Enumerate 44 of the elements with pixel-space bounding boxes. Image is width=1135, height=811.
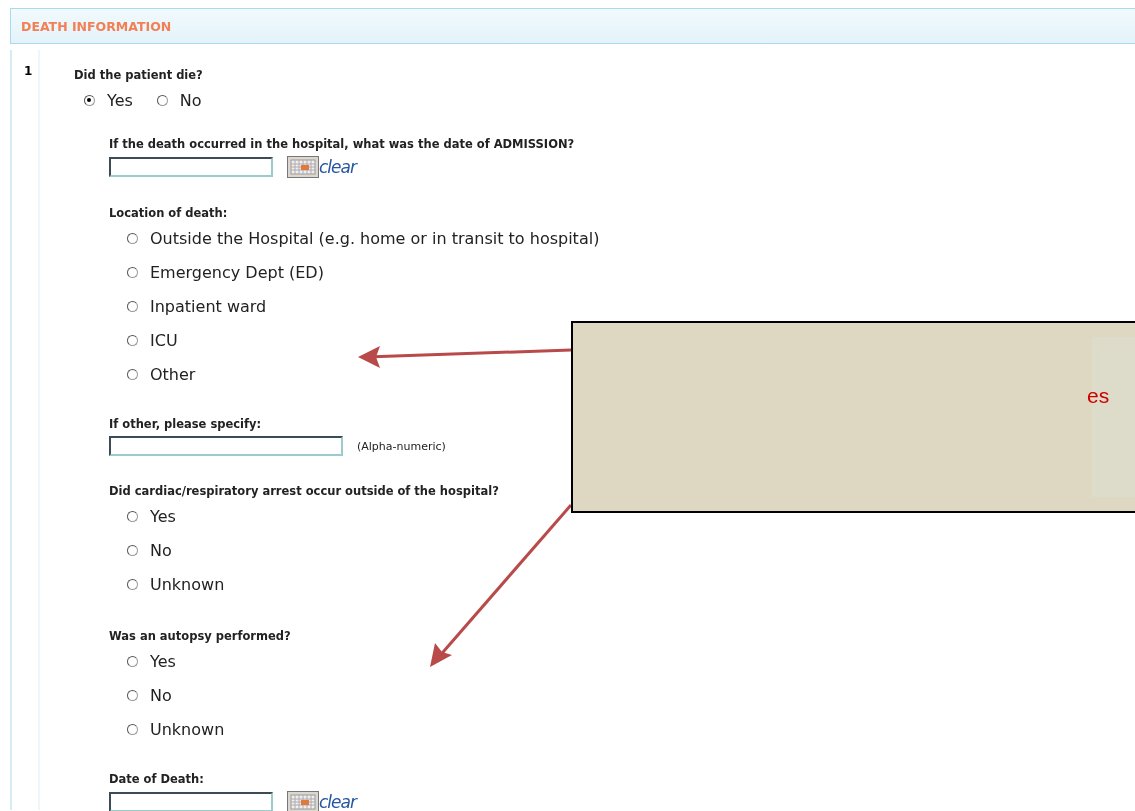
option-label: No — [179, 90, 202, 110]
radio-button[interactable] — [127, 300, 138, 312]
field-hint: (Alpha-numeric) — [357, 439, 446, 453]
radio-button[interactable] — [127, 689, 138, 701]
option-label: Unknown — [150, 719, 225, 739]
calendar-icon[interactable] — [287, 791, 319, 811]
option-label: Yes — [150, 506, 176, 526]
radio-button[interactable] — [127, 723, 138, 735]
radio-button[interactable] — [127, 334, 138, 346]
radio-button[interactable] — [127, 266, 138, 278]
radio-button[interactable] — [127, 232, 138, 244]
option-label: ICU — [150, 330, 178, 350]
radio-button[interactable] — [127, 578, 138, 590]
calendar-icon[interactable] — [287, 156, 319, 178]
clear-link[interactable]: clear — [319, 157, 356, 177]
date-field[interactable] — [109, 157, 273, 177]
radio-button[interactable] — [84, 94, 95, 106]
radio-button[interactable] — [156, 94, 168, 106]
option-label: Inpatient ward — [150, 296, 267, 316]
option-label: Outside the Hospital (e.g. home or in transit to hospital) — [150, 228, 600, 248]
question-label: If the death occurred in the hospital, what was the date of ADMISSION? — [109, 137, 575, 151]
question-number: 1 — [24, 64, 33, 78]
option-label: Other — [150, 364, 196, 384]
question-label: Did cardiac/respiratory arrest occur outside of the hospital? — [109, 484, 499, 498]
option-label: No — [150, 540, 172, 560]
text-field[interactable] — [109, 436, 343, 456]
option-label: Yes — [107, 90, 133, 110]
question-label: If other, please specify: — [109, 417, 262, 431]
radio-button[interactable] — [127, 510, 138, 522]
option-label: No — [150, 685, 172, 705]
radio-button[interactable] — [127, 368, 138, 380]
radio-button[interactable] — [127, 655, 138, 667]
radio-button[interactable] — [127, 544, 138, 556]
option-label: Yes — [150, 651, 176, 671]
option-label: Unknown — [150, 574, 225, 594]
question-label: Was an autopsy performed? — [109, 629, 291, 643]
question-label: Location of death: — [109, 206, 228, 220]
question-label: Did the patient die? — [74, 68, 203, 82]
question-label: Date of Death: — [109, 772, 204, 786]
clear-link[interactable]: clear — [319, 792, 356, 811]
option-label: Emergency Dept (ED) — [150, 262, 324, 282]
section-title: DEATH INFORMATION — [21, 18, 172, 34]
date-field[interactable] — [109, 792, 273, 811]
callout-text: es — [1087, 384, 1110, 408]
